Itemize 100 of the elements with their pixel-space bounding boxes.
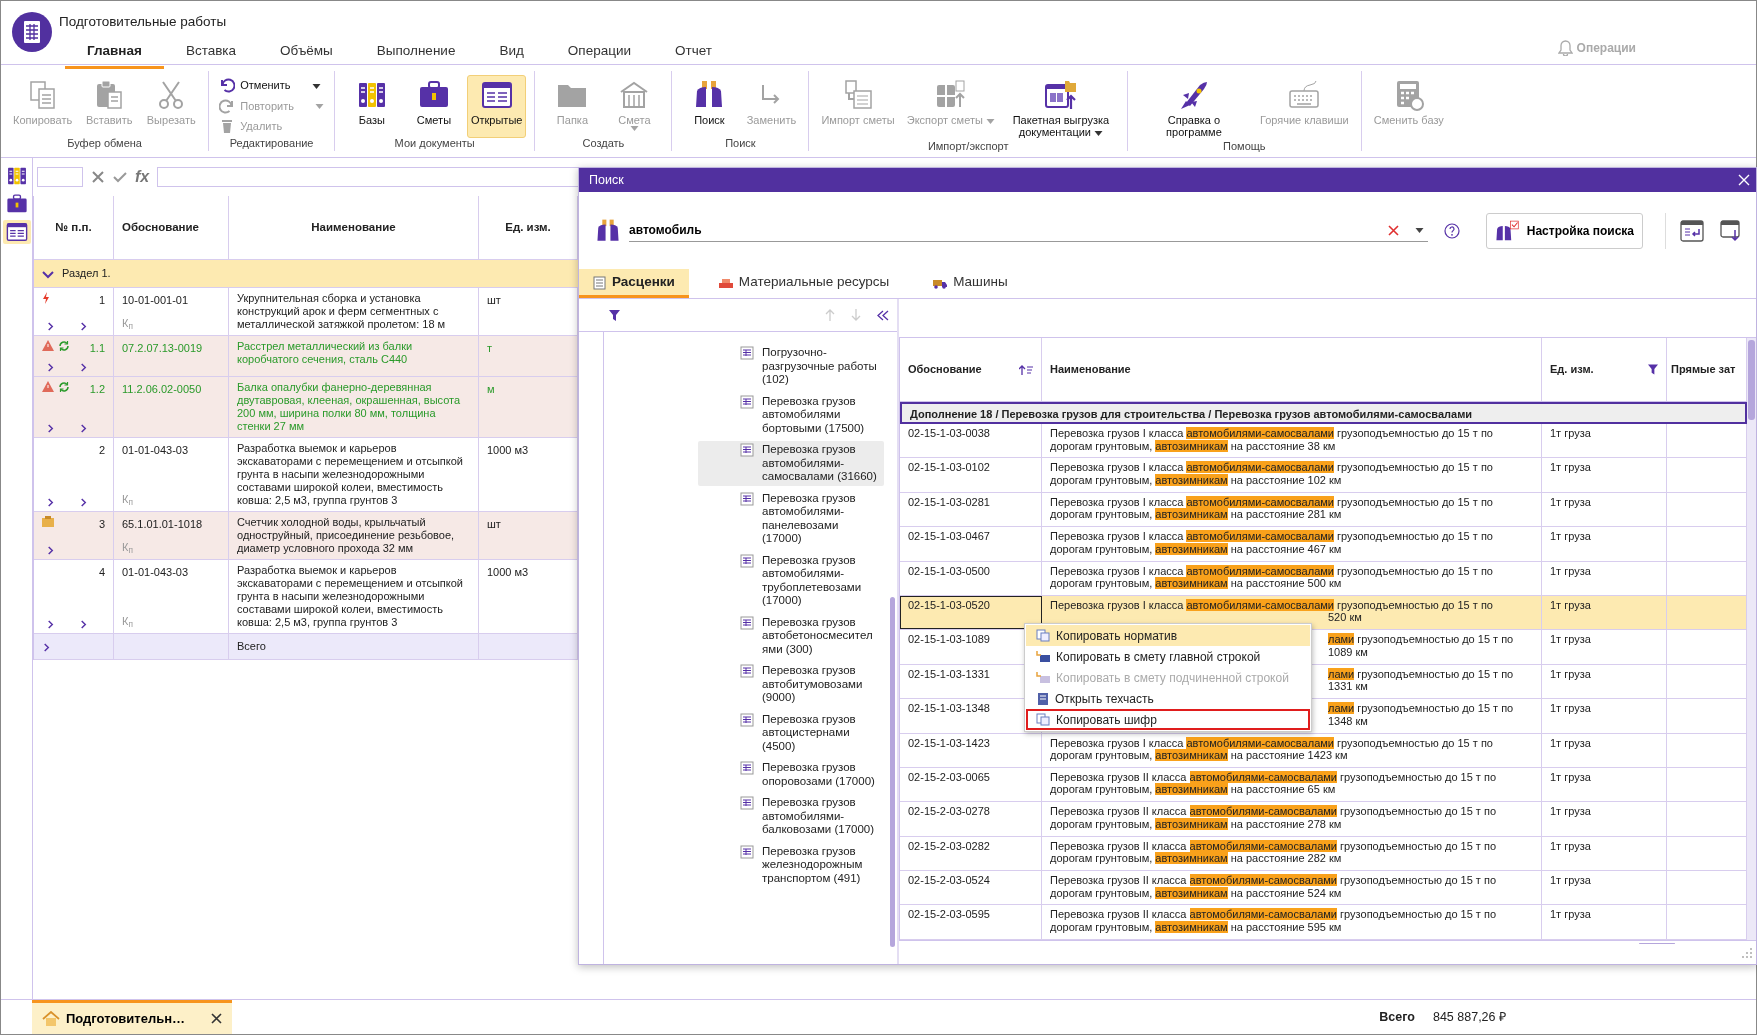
tree-item[interactable]: Перевозка грузов автомобилями-трубоплетевозами (17000) <box>698 551 884 610</box>
tree-item[interactable]: Перевозка грузов железнодорожным транспортом (491) <box>698 842 884 887</box>
filter-icon[interactable] <box>609 309 620 321</box>
column-header: Ед. изм. <box>1550 363 1594 376</box>
help-button[interactable] <box>1443 222 1460 239</box>
ribbon-button[interactable]: Базы <box>342 75 401 138</box>
chevron-icon[interactable] <box>79 322 88 331</box>
row-number: 1.2 <box>89 382 105 397</box>
row-number: 4 <box>98 565 105 580</box>
chevron-icon[interactable] <box>79 363 88 372</box>
name-field[interactable] <box>37 167 83 187</box>
document-tab[interactable]: Подготовительн… <box>32 1000 232 1034</box>
code-cell-text: 01-01-043-03 <box>122 565 190 580</box>
ribbon-button[interactable]: Справка о программе <box>1135 75 1252 142</box>
collapse-icon[interactable] <box>877 309 889 321</box>
close-icon <box>1738 174 1750 186</box>
side-tool-button[interactable] <box>2 220 31 244</box>
table-icon <box>740 346 754 360</box>
name-cell-text: Перевозка грузов II класса автомобилями-самосвалами грузоподъемностью до 15 т по дорогам грунтовым, автозимникам на расстояние 524 км <box>1050 874 1497 900</box>
tree-item[interactable]: Перевозка грузов автомобилями-балковозами (17000) <box>698 794 884 839</box>
tab[interactable]: Расценки <box>579 269 689 298</box>
filter-icon[interactable] <box>1648 364 1658 375</box>
code-cell: 02-15-1-03-0281 <box>908 495 990 508</box>
binoculars-check-icon <box>1494 219 1519 242</box>
menu-tab[interactable]: Операции <box>545 36 653 69</box>
clear-button[interactable] <box>1387 224 1399 236</box>
unit-cell: 1т груза <box>1550 633 1591 646</box>
scrollbar-thumb[interactable] <box>1748 340 1755 420</box>
unit-cell: 1т груза <box>1550 461 1591 474</box>
chevron-icon[interactable] <box>46 498 55 507</box>
close-button[interactable] <box>1738 174 1750 186</box>
ribbon-button[interactable]: Сметы <box>404 75 463 138</box>
menu-item[interactable]: Копировать норматив <box>1026 625 1310 646</box>
ribbon-button[interactable]: Открытые <box>466 75 527 138</box>
tree-item[interactable]: Перевозка грузов автомобилями-панелевозами (17000) <box>698 489 884 548</box>
unit-cell: 1т груза <box>1550 736 1591 749</box>
menu-tab[interactable]: Отчет <box>653 36 734 69</box>
app-logo-icon <box>12 12 52 52</box>
menu-tab[interactable]: Объёмы <box>258 36 355 69</box>
name-cell-text: Укрупнительная сборка и установка конструкций арок и ферм сегментных с металлической затяжкой пролетом: 18 м <box>237 292 447 331</box>
tree-item[interactable]: Перевозка грузов опоровозами (17000) <box>698 759 884 790</box>
menu-tab[interactable]: Главная <box>65 36 164 69</box>
chevron-icon[interactable] <box>46 620 55 629</box>
chevron-icon[interactable] <box>46 424 55 433</box>
coefficient-label: К$_{п}$ <box>122 315 134 331</box>
row-number: 2 <box>98 443 105 458</box>
window-arrow-button[interactable] <box>1680 219 1704 242</box>
column-header: № п.п. <box>55 219 92 235</box>
binders-icon <box>5 165 28 187</box>
menu-tab[interactable]: Вставка <box>163 36 259 69</box>
search-field[interactable]: автомобиль <box>629 219 1372 241</box>
dropdown-button[interactable] <box>1414 227 1424 233</box>
menu-tab[interactable]: Выполнение <box>354 36 478 69</box>
column-header: Наименование <box>311 219 396 235</box>
total-label: Всего <box>1379 1008 1415 1026</box>
ribbon-button[interactable]: Отменить <box>215 75 328 96</box>
row-number: 1.1 <box>89 341 105 356</box>
column-header: Прямые зат <box>1671 363 1736 376</box>
tree-item[interactable]: Перевозка грузов автомобилями бортовыми (17500) <box>698 392 884 437</box>
code-cell: 02-15-2-03-0278 <box>908 805 990 818</box>
coefficient-label: К$_{п}$ <box>122 539 134 555</box>
chevron-icon[interactable] <box>79 424 88 433</box>
tree-item[interactable]: Погрузочно-разгрузочные работы (102) <box>698 344 884 389</box>
name-cell-text: Перевозка грузов II класса автомобилями-самосвалами грузоподъемностью до 15 т по дорогам грунтовым, автозимникам на расстояние 65 км <box>1050 770 1497 796</box>
chevron-icon[interactable] <box>46 546 55 555</box>
tree-item[interactable]: Перевозка грузов автоцистернами (4500) <box>698 710 884 755</box>
chevron-icon[interactable] <box>42 642 51 652</box>
code-cell: 02-15-1-03-1089 <box>908 633 990 646</box>
menu-item[interactable]: Копировать шифр <box>1026 709 1310 730</box>
search-settings-button[interactable]: Настройка поиска <box>1485 212 1643 249</box>
column-header: Наименование <box>1050 363 1131 376</box>
table-arrow-icon <box>1036 671 1050 684</box>
cancel-icon[interactable] <box>91 170 105 184</box>
scrollbar-thumb[interactable] <box>1639 942 1675 944</box>
column-header: Обоснование <box>122 219 199 235</box>
tab[interactable]: Машины <box>919 269 1022 298</box>
box-icon <box>42 516 54 527</box>
check-icon[interactable] <box>113 170 127 184</box>
menu-item[interactable]: Открыть техчасть <box>1026 688 1310 709</box>
scrollbar-thumb[interactable] <box>890 597 895 947</box>
chevron-icon[interactable] <box>46 322 55 331</box>
ribbon-button[interactable]: Поиск <box>680 75 739 138</box>
unit-cell: 1т груза <box>1550 530 1591 543</box>
tree-item[interactable]: Перевозка грузов автобитумовозами (9000) <box>698 662 884 707</box>
chevron-icon[interactable] <box>79 620 88 629</box>
tree-item[interactable]: Перевозка грузов автомобилями-самосвалами (31660) <box>698 441 884 486</box>
chevron-icon[interactable] <box>46 363 55 372</box>
menu-tab[interactable]: Вид <box>477 36 546 69</box>
tree-item[interactable]: Перевозка грузов автобетоносмесителями (300) <box>698 613 884 658</box>
name-cell-text: Перевозка грузов I класса автомобилями-самосвалами грузоподъемностью до 15 т по 520 км <box>1050 598 1494 624</box>
chevron-icon[interactable] <box>79 498 88 507</box>
function-label[interactable]: fx <box>135 165 150 189</box>
sort-icon[interactable] <box>1019 364 1033 375</box>
ribbon-button[interactable]: Пакетная выгрузка документации <box>1002 75 1119 142</box>
tab[interactable]: Материальные ресурсы <box>704 269 904 298</box>
documents-icon <box>1036 713 1050 726</box>
menu-item[interactable]: Копировать в смету главной строкой <box>1026 646 1310 667</box>
close-icon[interactable] <box>211 1013 222 1024</box>
group-label: Помощь <box>1223 141 1266 153</box>
unit-cell: 1т груза <box>1550 427 1591 439</box>
